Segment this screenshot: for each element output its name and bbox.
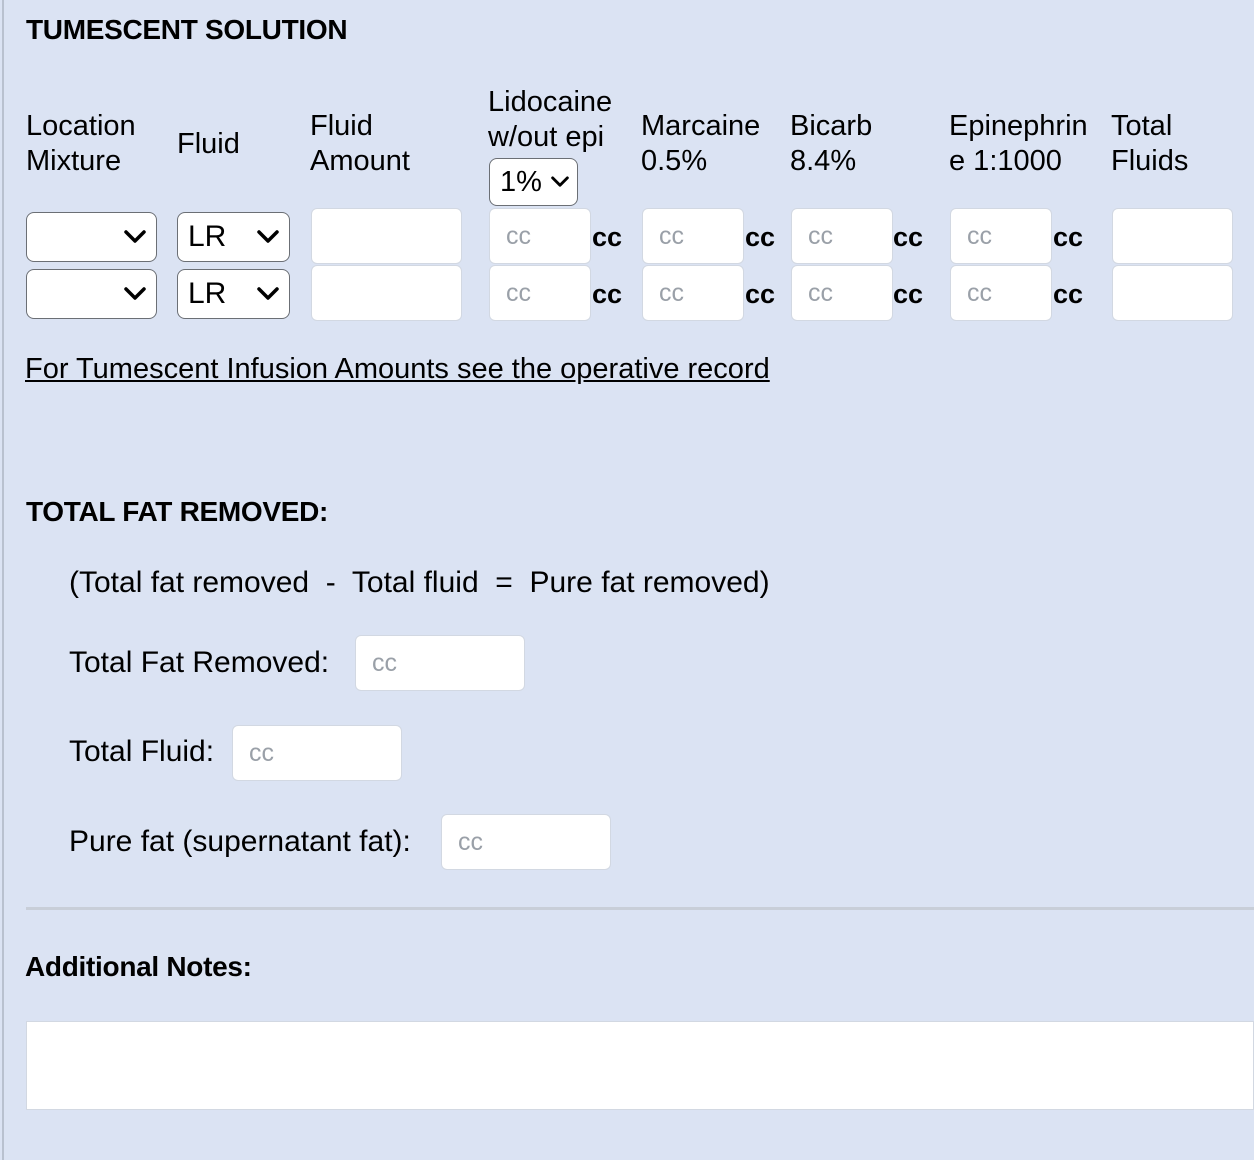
location-mixture-select[interactable]	[26, 269, 157, 319]
header-total-fluids: Total Fluids	[1111, 109, 1188, 179]
header-fluid: Fluid	[177, 128, 240, 160]
header-location-mixture: Location Mixture	[26, 109, 136, 179]
header-lidocaine: Lidocaine w/out epi	[488, 85, 612, 155]
marcaine-unit: cc	[745, 222, 776, 252]
header-total-fluids-line2: Fluids	[1111, 145, 1189, 177]
fluid-amount-input[interactable]	[311, 208, 462, 264]
pure-fat-label: Pure fat (supernatant fat):	[69, 825, 411, 858]
section-divider	[26, 907, 1254, 910]
header-location-line1: Location	[26, 110, 136, 142]
header-epinephrine-line1: Epinephrin	[949, 110, 1088, 142]
chevron-down-icon	[257, 287, 279, 300]
header-fluid-amount-line1: Fluid	[310, 110, 373, 142]
marcaine-input[interactable]: cc	[642, 265, 744, 321]
lidocaine-concentration-select[interactable]: 1%	[489, 158, 578, 206]
chevron-down-icon	[124, 230, 146, 243]
pure-fat-input[interactable]: cc	[441, 814, 611, 870]
header-total-fluids-line1: Total	[1111, 110, 1173, 142]
fluid-type-select[interactable]: LR	[177, 269, 290, 319]
fluid-type-value: LR	[188, 220, 227, 253]
fluid-type-value: LR	[188, 277, 227, 310]
header-fluid-amount-line2: Amount	[310, 145, 410, 177]
lidocaine-concentration-value: 1%	[500, 165, 542, 198]
total-fluid-input[interactable]: cc	[232, 725, 402, 781]
marcaine-unit: cc	[745, 279, 776, 309]
lidocaine-unit: cc	[592, 279, 623, 309]
lidocaine-input[interactable]: cc	[489, 208, 591, 264]
fluid-amount-input[interactable]	[311, 265, 462, 321]
fluid-type-select[interactable]: LR	[177, 212, 290, 262]
header-marcaine: Marcaine 0.5%	[641, 109, 760, 179]
header-bicarb-line1: Bicarb	[790, 110, 873, 142]
fat-formula: (Total fat removed - Total fluid = Pure …	[69, 566, 770, 599]
total-fat-input[interactable]: cc	[355, 635, 525, 691]
location-mixture-select[interactable]	[26, 212, 157, 262]
total-fat-label: Total Fat Removed:	[69, 646, 330, 679]
bicarb-unit: cc	[893, 279, 924, 309]
bicarb-input[interactable]: cc	[791, 265, 893, 321]
header-lidocaine-line1: Lidocaine	[488, 86, 613, 118]
header-bicarb: Bicarb 8.4%	[790, 109, 872, 179]
epinephrine-unit: cc	[1053, 279, 1084, 309]
operative-record-link[interactable]: For Tumescent Infusion Amounts see the o…	[25, 353, 770, 386]
chevron-down-icon	[257, 230, 279, 243]
lidocaine-input[interactable]: cc	[489, 265, 591, 321]
additional-notes-textarea[interactable]	[26, 1021, 1254, 1110]
epinephrine-input[interactable]: cc	[950, 208, 1052, 264]
header-bicarb-line2: 8.4%	[790, 145, 857, 177]
tumescent-section-title: TUMESCENT SOLUTION	[26, 14, 348, 45]
fat-section-title: TOTAL FAT REMOVED:	[26, 496, 329, 527]
lidocaine-unit: cc	[592, 222, 623, 252]
total-fluid-label: Total Fluid:	[69, 735, 215, 768]
bicarb-input[interactable]: cc	[791, 208, 893, 264]
bicarb-unit: cc	[893, 222, 924, 252]
epinephrine-input[interactable]: cc	[950, 265, 1052, 321]
total-fluids-input[interactable]	[1112, 265, 1233, 321]
header-fluid-amount: Fluid Amount	[310, 109, 410, 179]
header-marcaine-line1: Marcaine	[641, 110, 761, 142]
total-fluids-input[interactable]	[1112, 208, 1233, 264]
marcaine-input[interactable]: cc	[642, 208, 744, 264]
notes-title: Additional Notes:	[25, 951, 252, 982]
header-epinephrine-line2: e 1:1000	[949, 145, 1062, 177]
header-location-line2: Mixture	[26, 145, 122, 177]
chevron-down-icon	[551, 176, 569, 187]
header-marcaine-line2: 0.5%	[641, 145, 708, 177]
header-epinephrine: Epinephrin e 1:1000	[949, 109, 1088, 179]
chevron-down-icon	[124, 287, 146, 300]
header-lidocaine-line2: w/out epi	[488, 121, 605, 153]
epinephrine-unit: cc	[1053, 222, 1084, 252]
